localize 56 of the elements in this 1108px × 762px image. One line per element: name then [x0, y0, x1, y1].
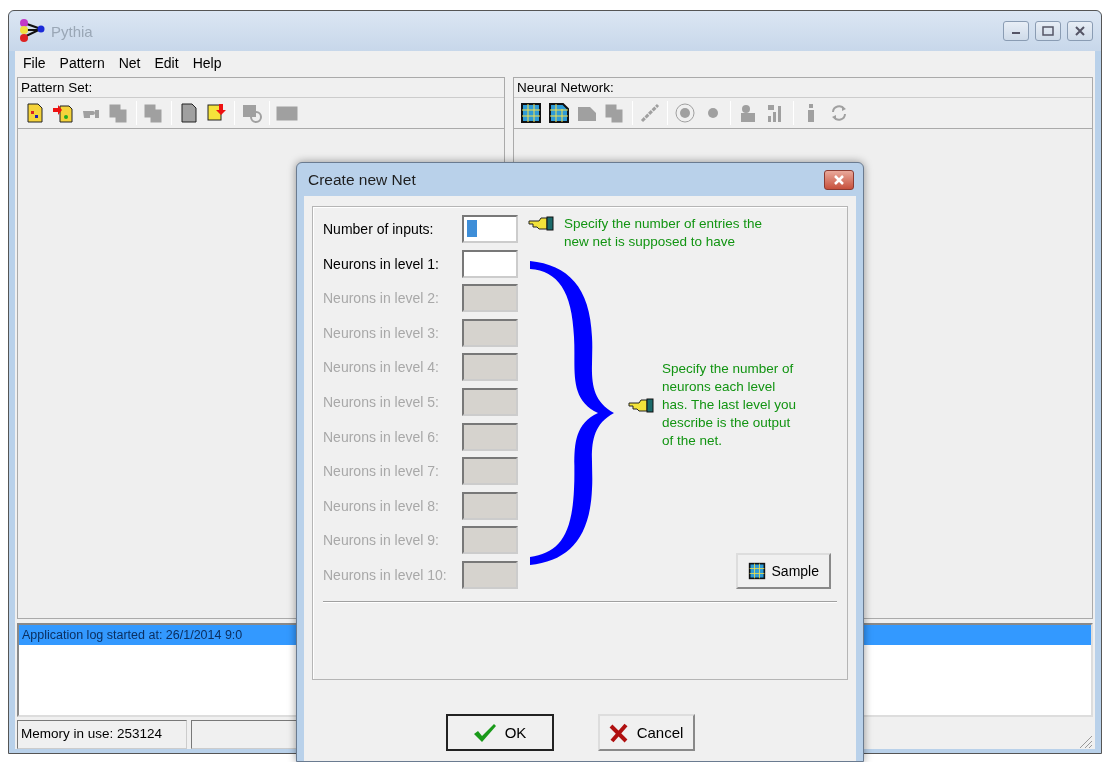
- status-text: Memory in use: 253124: [17, 720, 187, 749]
- menu-item[interactable]: Help: [192, 55, 222, 73]
- window-title: Pythia: [51, 22, 94, 40]
- menu-item[interactable]: Net: [118, 55, 141, 73]
- input-field[interactable]: [462, 249, 518, 278]
- app-logo-icon: [19, 19, 45, 43]
- grid-icon[interactable]: [520, 102, 542, 124]
- hint-text: Specify the number of entries the new net is supposed to have: [564, 215, 764, 251]
- field-label: Neurons in level 9:: [323, 532, 440, 549]
- dialog-title: Create new Net: [308, 170, 417, 189]
- input-field[interactable]: [462, 526, 518, 555]
- pointing-hand-icon: [528, 215, 554, 231]
- input-field[interactable]: [462, 353, 518, 382]
- menu-item[interactable]: Edit: [154, 55, 179, 73]
- field-label: Neurons in level 2:: [323, 290, 440, 307]
- panel-title: Neural Network:: [516, 79, 615, 97]
- menu-item[interactable]: File: [23, 55, 46, 73]
- input-field[interactable]: [462, 422, 518, 451]
- field-label: Neurons in level 4:: [323, 359, 440, 376]
- input-field[interactable]: [462, 457, 518, 486]
- resize-grip-icon[interactable]: [1077, 733, 1093, 749]
- panel-title: Pattern Set:: [20, 79, 94, 97]
- import-icon[interactable]: [52, 102, 74, 124]
- grid-icon: [747, 562, 766, 580]
- field-label: Neurons in level 6:: [323, 428, 440, 445]
- cross-icon: [608, 722, 629, 743]
- minimize-button[interactable]: [1003, 21, 1029, 41]
- grid-document-icon[interactable]: [548, 102, 570, 124]
- export-icon[interactable]: [206, 102, 228, 124]
- input-field[interactable]: [462, 318, 518, 347]
- maximize-icon: [1042, 26, 1054, 36]
- field-label: Neurons in level 7:: [323, 463, 440, 480]
- cancel-button[interactable]: Cancel: [597, 714, 695, 751]
- sample-button[interactable]: Sample: [735, 553, 831, 589]
- input-field[interactable]: [462, 560, 518, 589]
- close-button[interactable]: [824, 169, 854, 190]
- field-label: Neurons in level 8:: [323, 497, 440, 514]
- close-icon: [1075, 26, 1085, 36]
- close-button[interactable]: [1067, 21, 1093, 41]
- field-label: Neurons in level 10:: [323, 566, 448, 583]
- input-field[interactable]: [462, 387, 518, 416]
- close-icon: [833, 174, 845, 185]
- field-label: Neurons in level 1:: [323, 255, 440, 272]
- input-field[interactable]: [462, 215, 518, 243]
- maximize-button[interactable]: [1035, 21, 1061, 41]
- document-icon[interactable]: [24, 102, 46, 124]
- pointing-hand-icon: [628, 397, 654, 413]
- field-label: Number of inputs:: [323, 221, 435, 237]
- menu-item[interactable]: Pattern: [59, 55, 105, 73]
- field-label: Neurons in level 3:: [323, 324, 440, 341]
- check-icon: [472, 722, 497, 743]
- input-field[interactable]: [462, 284, 518, 313]
- hint-text: Specify the number of neurons each level has. The last level you describe is the output of the net.: [662, 360, 798, 450]
- field-label: Neurons in level 5:: [323, 393, 440, 410]
- input-field[interactable]: [462, 491, 518, 520]
- ok-button[interactable]: OK: [445, 714, 554, 751]
